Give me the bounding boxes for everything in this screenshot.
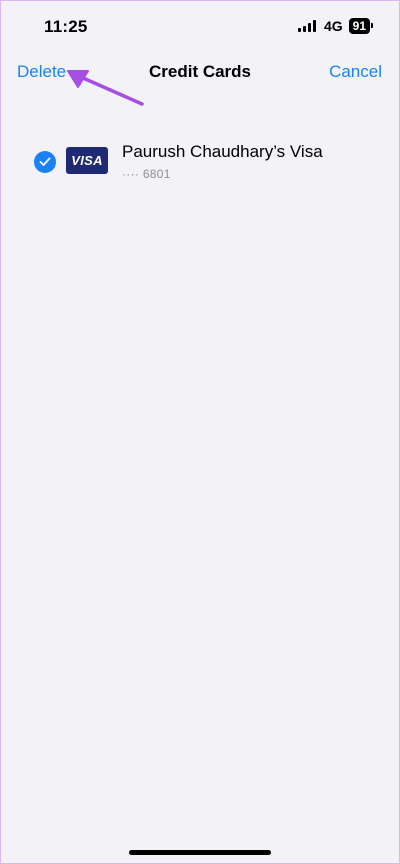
checkmark-icon bbox=[39, 157, 51, 166]
card-name: Paurush Chaudhary’s Visa bbox=[122, 142, 323, 161]
battery-icon: 91 bbox=[348, 18, 374, 34]
cancel-button[interactable]: Cancel bbox=[329, 62, 382, 82]
cellular-signal-icon bbox=[297, 20, 316, 32]
selection-checkmark-icon[interactable] bbox=[34, 151, 56, 173]
visa-card-icon: VISA bbox=[66, 147, 108, 174]
navigation-bar: Delete Credit Cards Cancel bbox=[0, 52, 400, 92]
status-indicators: 4G 91 bbox=[297, 18, 374, 34]
network-type-label: 4G bbox=[323, 18, 343, 34]
status-time: 11:25 bbox=[44, 17, 88, 36]
card-number: ···· 6801 bbox=[122, 167, 171, 181]
status-bar: 11:25 4G 91 bbox=[0, 0, 400, 52]
home-indicator[interactable] bbox=[129, 850, 271, 855]
screenshot-frame bbox=[0, 0, 400, 864]
credit-card-row[interactable]: VISA Paurush Chaudhary’s Visa ···· 6801 bbox=[0, 134, 400, 190]
